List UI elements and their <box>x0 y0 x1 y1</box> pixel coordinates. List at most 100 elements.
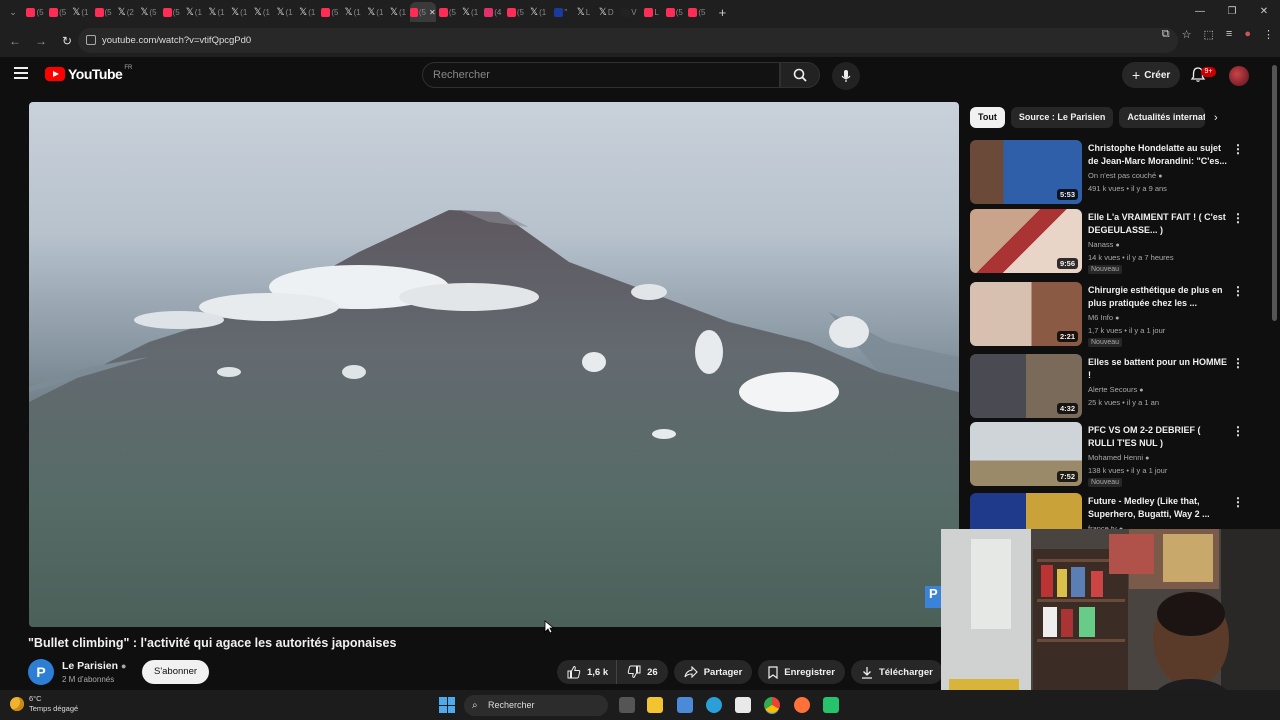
forward-icon[interactable]: → <box>30 30 52 52</box>
browser-tab[interactable]: 𝕏 (1 <box>342 2 364 22</box>
url-bar[interactable]: youtube.com/watch?v=vtifQpcgPd0 <box>78 28 1178 53</box>
browser-tab[interactable]: (5 <box>92 2 114 22</box>
recommended-channel[interactable]: Alerte Secours ● <box>1088 383 1144 397</box>
video-thumbnail[interactable]: 5:53 <box>970 140 1082 204</box>
new-tab-button[interactable]: + <box>719 5 727 20</box>
more-options-icon[interactable]: ⋮ <box>1232 284 1244 298</box>
browser-tab[interactable]: (5 <box>319 2 341 22</box>
recommended-video[interactable]: 4:32 Elles se battent pour un HOMME ! Aler… <box>970 354 1250 420</box>
edge-icon[interactable] <box>706 697 722 713</box>
recommended-channel[interactable]: Nanass ● <box>1088 238 1120 252</box>
browser-tab[interactable]: 𝕏L <box>573 2 595 22</box>
browser-tab[interactable]: (4 <box>482 2 504 22</box>
download-button[interactable]: Télécharger <box>850 660 943 684</box>
reload-icon[interactable]: ↻ <box>56 30 78 52</box>
video-thumbnail[interactable]: 7:52 <box>970 422 1082 486</box>
recommended-video[interactable]: 2:21 Chirurgie esthétique de plus en plus… <box>970 282 1250 348</box>
file-explorer-icon[interactable] <box>647 697 663 713</box>
weather-widget[interactable]: 6°C Temps dégagé <box>10 694 78 714</box>
browser-tab[interactable]: 𝕏 (1 <box>274 2 296 22</box>
recommended-title[interactable]: Future - Medley (Like that, Superhero, B… <box>1088 495 1228 520</box>
dislike-button[interactable]: 26 <box>616 660 668 684</box>
video-thumbnail[interactable]: 4:32 <box>970 354 1082 418</box>
store-icon[interactable] <box>677 697 693 713</box>
like-button[interactable]: 1,6 k <box>557 660 617 684</box>
site-info-icon[interactable] <box>86 35 96 45</box>
media-icon[interactable]: ≡ <box>1226 28 1232 41</box>
more-options-icon[interactable]: ⋮ <box>1232 142 1244 156</box>
video-thumbnail[interactable]: 9:56 <box>970 209 1082 273</box>
back-icon[interactable]: ← <box>4 30 26 52</box>
browser-tab[interactable]: 𝕏 (1 <box>228 2 250 22</box>
more-options-icon[interactable]: ⋮ <box>1232 495 1244 509</box>
browser-tab[interactable]: (5 <box>504 2 526 22</box>
close-window-icon[interactable]: ✕ <box>1248 0 1280 24</box>
menu-icon[interactable] <box>14 67 28 82</box>
browser-tab[interactable]: L <box>641 2 663 22</box>
recommended-title[interactable]: Chirurgie esthétique de plus en plus pra… <box>1088 284 1228 309</box>
firefox-icon[interactable] <box>794 697 810 713</box>
voice-search-button[interactable] <box>832 62 860 90</box>
channel-name[interactable]: Le Parisien ● <box>62 660 126 672</box>
browser-tab[interactable]: V <box>618 2 640 22</box>
browser-tab[interactable]: (5 <box>47 2 69 22</box>
youtube-logo[interactable]: YouTube FR <box>45 65 132 82</box>
browser-tab[interactable]: 𝕏D <box>595 2 617 22</box>
chip-news[interactable]: Actualités internati <box>1119 107 1206 128</box>
browser-tab[interactable]: 𝕏 (1 <box>296 2 318 22</box>
recommended-channel[interactable]: M6 Info ● <box>1088 311 1119 325</box>
recommended-title[interactable]: Elle L'a VRAIMENT FAIT ! ( C'est DEGEULA… <box>1088 211 1228 236</box>
browser-tab[interactable]: 𝕏 (2 <box>115 2 137 22</box>
browser-tab[interactable]: 𝕏 (1 <box>183 2 205 22</box>
search-button[interactable] <box>780 62 820 88</box>
task-view-icon[interactable] <box>619 697 635 713</box>
browser-tab[interactable]: (5 <box>436 2 458 22</box>
recommended-title[interactable]: Christophe Hondelatte au sujet de Jean-M… <box>1088 142 1228 167</box>
taskbar-search[interactable]: ⌕ Rechercher <box>464 695 608 716</box>
browser-tab[interactable]: (5 <box>160 2 182 22</box>
recommended-title[interactable]: Elles se battent pour un HOMME ! <box>1088 356 1228 381</box>
share-button[interactable]: Partager <box>673 660 753 684</box>
browser-tab[interactable]: 𝕏 (5 <box>137 2 159 22</box>
browser-tab[interactable]: 𝕏 (1 <box>459 2 481 22</box>
browser-tab[interactable]: 𝕏 (1 <box>206 2 228 22</box>
create-button[interactable]: + Créer <box>1122 62 1181 88</box>
browser-tab[interactable]: (5 ✕ <box>409 2 436 22</box>
more-options-icon[interactable]: ⋮ <box>1232 424 1244 438</box>
chrome-icon[interactable] <box>764 697 780 713</box>
recommended-video[interactable]: 9:56 Elle L'a VRAIMENT FAIT ! ( C'est DEG… <box>970 209 1250 275</box>
save-button[interactable]: Enregistrer <box>758 660 845 684</box>
video-player[interactable]: P <box>29 102 959 627</box>
account-avatar[interactable] <box>1229 66 1249 86</box>
profile-icon[interactable]: ● <box>1244 28 1251 41</box>
browser-tab[interactable]: (5 <box>663 2 685 22</box>
search-input[interactable]: Rechercher <box>422 62 780 88</box>
recommended-video[interactable]: Future - Medley (Like that, Superhero, B… <box>970 493 1250 529</box>
video-thumbnail[interactable]: 2:21 <box>970 282 1082 346</box>
browser-menu-icon[interactable]: ⋮ <box>1263 28 1274 41</box>
chip-source[interactable]: Source : Le Parisien <box>1010 107 1114 128</box>
recommended-channel[interactable]: Mohamed Henni ● <box>1088 451 1149 465</box>
recommended-channel[interactable]: france.tv ● <box>1088 522 1123 529</box>
video-thumbnail[interactable] <box>970 493 1082 529</box>
browser-tab[interactable]: 𝕏 (1 <box>69 2 91 22</box>
extensions-icon[interactable]: ⬚ <box>1204 28 1214 41</box>
maximize-icon[interactable]: ❐ <box>1216 0 1248 24</box>
app-icon-green[interactable] <box>823 697 839 713</box>
windows-start-icon[interactable] <box>439 697 455 713</box>
chip-all[interactable]: Tout <box>970 107 1005 128</box>
browser-tab[interactable]: " <box>550 2 572 22</box>
calendar-app-icon[interactable] <box>735 697 751 713</box>
recommended-video[interactable]: 7:52 PFC VS OM 2-2 DEBRIEF ( RULLI T'ES N… <box>970 422 1250 488</box>
close-tab-icon[interactable]: ✕ <box>429 8 436 17</box>
page-scrollbar[interactable] <box>1272 65 1277 321</box>
tab-list-icon[interactable]: ⌄ <box>2 1 24 23</box>
minimize-icon[interactable]: — <box>1184 0 1216 24</box>
subscribe-button[interactable]: S'abonner <box>142 660 210 684</box>
more-options-icon[interactable]: ⋮ <box>1232 211 1244 225</box>
browser-tab[interactable]: 𝕏 (1 <box>251 2 273 22</box>
install-app-icon[interactable]: ⧉ <box>1162 28 1170 41</box>
chevron-right-icon[interactable]: › <box>1214 112 1218 124</box>
channel-avatar[interactable]: P <box>28 659 54 685</box>
more-options-icon[interactable]: ⋮ <box>1232 356 1244 370</box>
